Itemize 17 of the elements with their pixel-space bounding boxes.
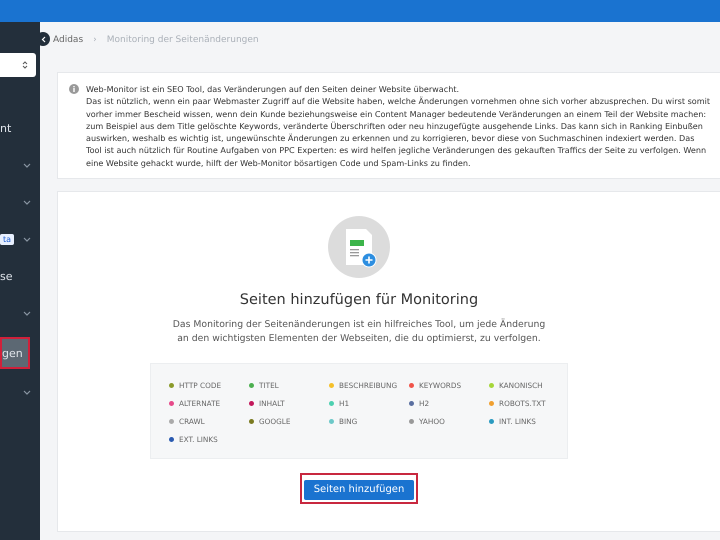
sidebar-item[interactable]: se <box>0 263 40 290</box>
info-icon <box>69 84 79 94</box>
breadcrumb-item: Monitoring der Seitenänderungen <box>106 35 259 45</box>
breadcrumb-item[interactable]: Adidas <box>53 35 84 45</box>
document-add-icon <box>328 216 390 278</box>
info-text: Das ist nützlich, wenn ein paar Webmaster Zugriff auf die Website haben, welche Änderungen vornehmen ohne sich vorher abzusprechen. Du wirst somit vorher immer Bescheid wissen, wenn dein Kunde beziehungsweise ein Content Manager bedeutende Veränderungen an einem Teil der Website machen: zum Beispiel aus dem Title gelöschte Keywords, veränderte Überschriften oder neu hinzugefügte ausgehende Links. Das kann sich in Ranking Einbußen auswirken, weshalb es wichtig ist, ungewünschte Änderungen zu erkennen und zu korrigieren, bevor diese von Suchmaschinen indexiert werden. Das Tool ist auch nützlich für Routine Aufgaben von PPC Experten: es wird helfen jegliche Veränderungen des gekauften Traffics der Seite zu verfolgen. Wenn eine Website gehackt wurde, hilft der Web-Monitor bösartigen Code und Spam-Links zu finden. <box>86 95 712 170</box>
sidebar-item[interactable]: ta <box>0 226 40 253</box>
empty-state-description: Das Monitoring der Seitenänderungen ist ein hilfreiches Tool, um jede Änderung an den wichtigsten Elementen der Webseiten, die du optimierst, zu verfolgen. <box>172 318 546 346</box>
sidebar-item[interactable]: nt <box>0 115 40 142</box>
info-text: Web-Monitor ist ein SEO Tool, das Veränderungen auf den Seiten deiner Website überwacht. <box>86 83 460 96</box>
add-pages-button[interactable]: Seiten hinzufügen <box>304 480 414 500</box>
empty-state-title: Seiten hinzufügen für Monitoring <box>240 292 478 308</box>
chevron-left-icon <box>40 36 46 42</box>
sidebar-item[interactable]: gen <box>0 337 30 369</box>
project-select[interactable] <box>0 53 36 77</box>
beta-badge: ta <box>0 234 14 245</box>
breadcrumb-separator: › <box>93 35 97 45</box>
